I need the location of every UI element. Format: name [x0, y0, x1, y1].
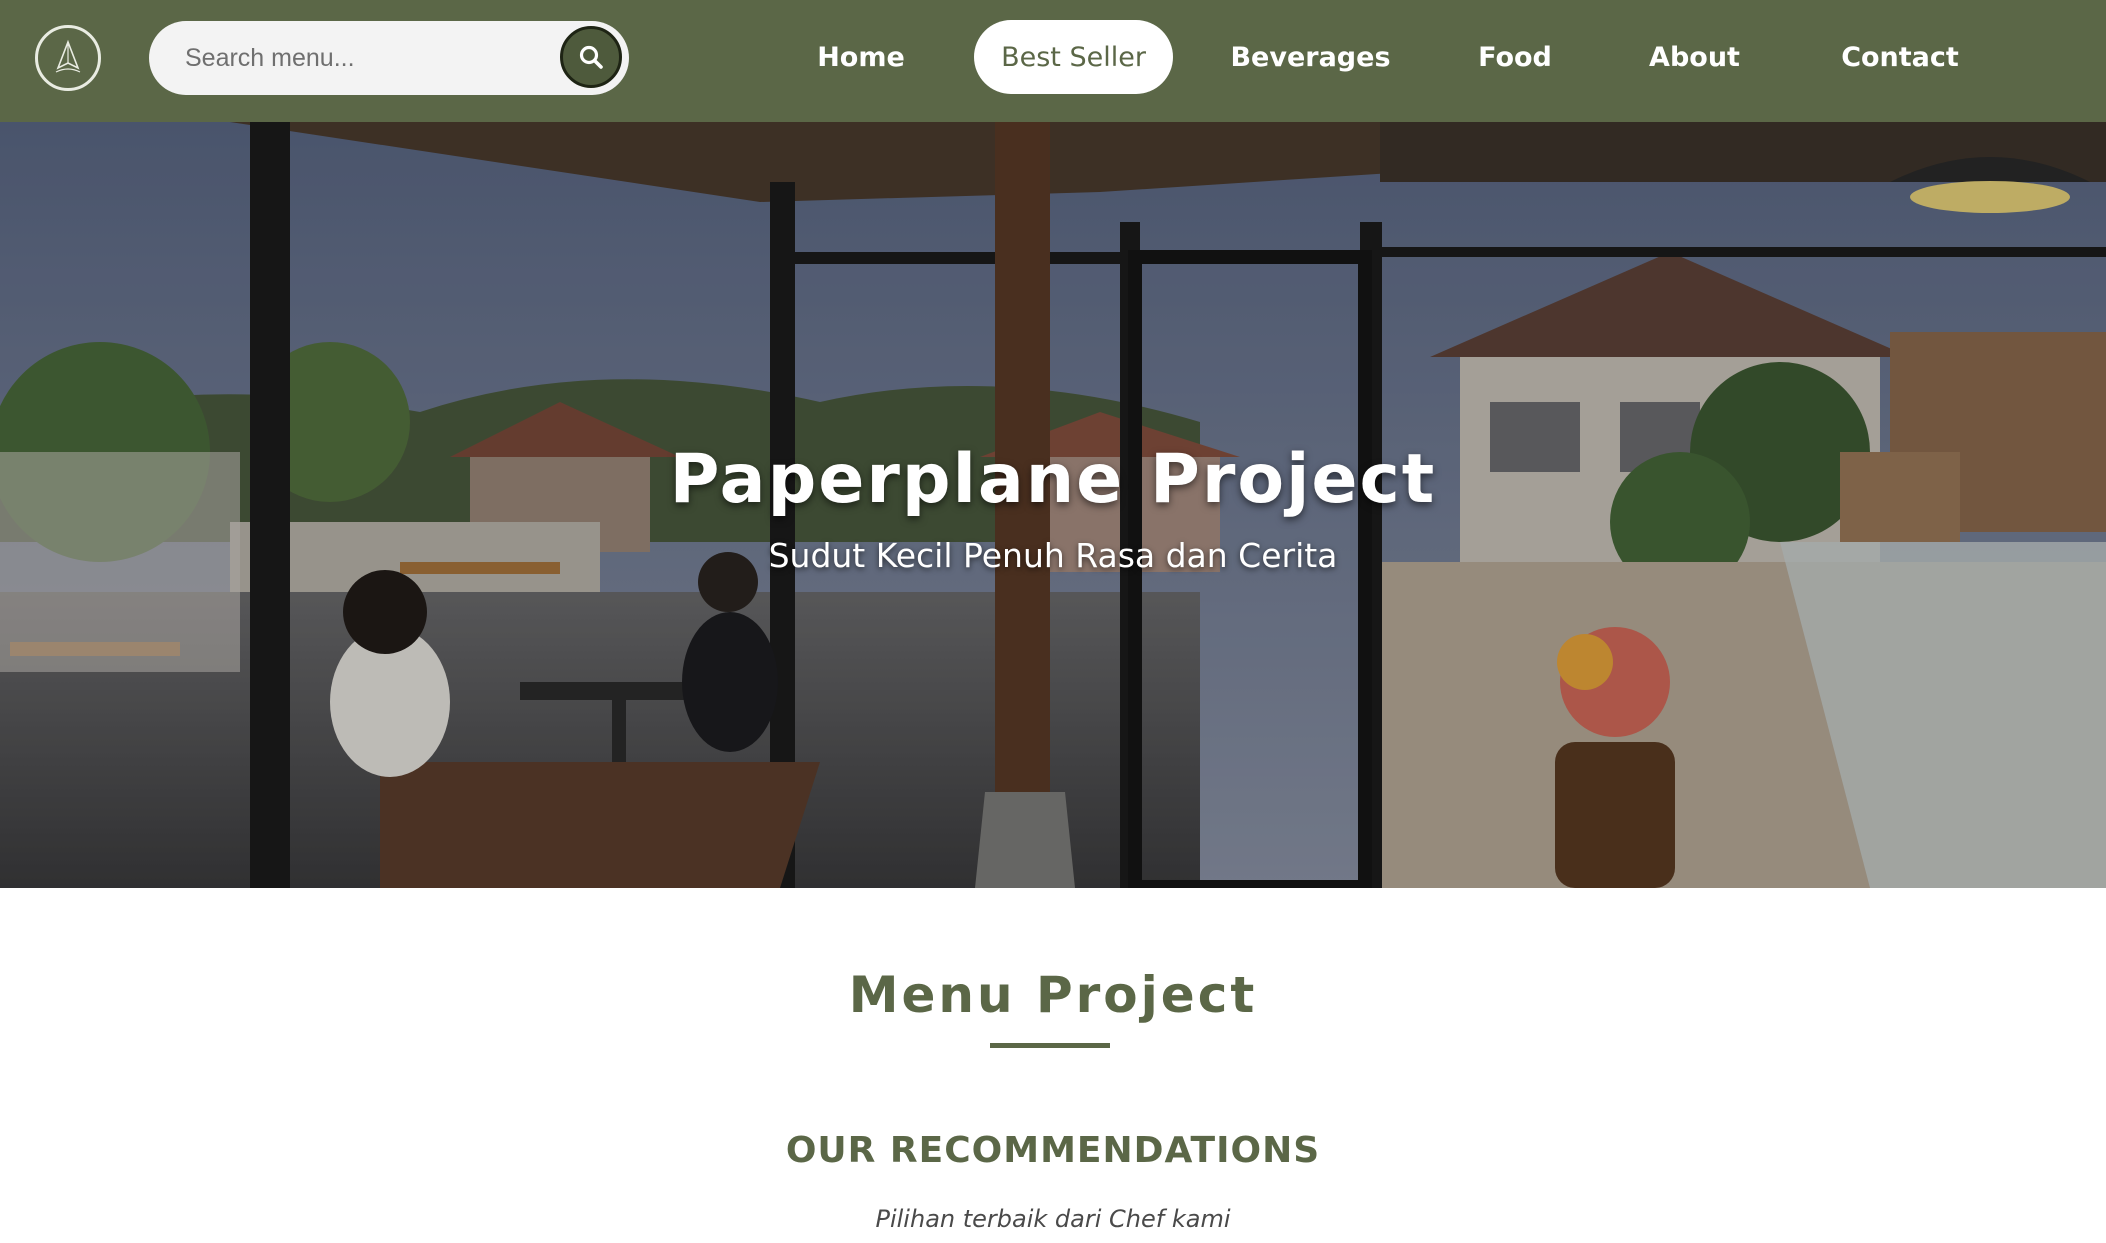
nav-best-seller[interactable]: Best Seller: [974, 20, 1173, 94]
hero-banner: Paperplane Project Sudut Kecil Penuh Ras…: [0, 122, 2106, 888]
recommendations-title: OUR RECOMMENDATIONS: [785, 1130, 1321, 1171]
hero-title: Paperplane Project: [669, 440, 1437, 519]
nav-home[interactable]: Home: [806, 20, 916, 94]
recommendations-subtitle: Pilihan terbaik dari Chef kami: [875, 1205, 1231, 1233]
main-nav: Home Best Seller Beverages Food About Co…: [0, 0, 2106, 122]
nav-about[interactable]: About: [1643, 20, 1746, 94]
nav-food[interactable]: Food: [1466, 20, 1564, 94]
menu-section-title: Menu Project: [848, 966, 1258, 1024]
nav-beverages[interactable]: Beverages: [1230, 20, 1390, 94]
section-divider: [990, 1043, 1110, 1048]
top-navbar: Home Best Seller Beverages Food About Co…: [0, 0, 2106, 122]
nav-contact[interactable]: Contact: [1836, 20, 1964, 94]
hero-subtitle: Sudut Kecil Penuh Rasa dan Cerita: [768, 536, 1338, 575]
